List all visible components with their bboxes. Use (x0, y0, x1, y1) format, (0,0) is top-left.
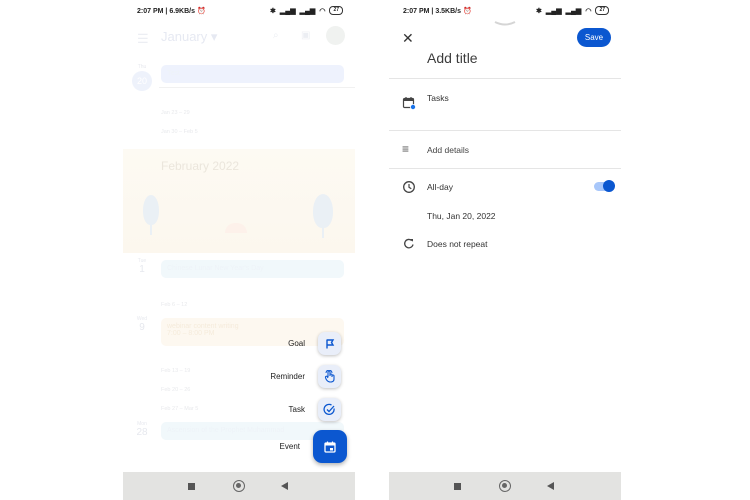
details-input[interactable]: Add details (427, 145, 469, 155)
search-icon: ⌕ (273, 30, 279, 41)
home-button[interactable] (499, 480, 511, 492)
status-icons: ✱ ▂▄▆ ▂▄▆ ◠ 27 (536, 6, 609, 15)
title-input[interactable] (427, 50, 607, 66)
task-check-icon[interactable] (318, 398, 341, 421)
day-tue-1: Tue 1 (137, 258, 147, 275)
menu-icon: ☰ (137, 31, 149, 46)
repeat-icon (404, 238, 414, 249)
status-time: 2:07 PM | 3.5KB/s ⏰ (403, 8, 472, 15)
signal-icon-2: ▂▄▆ (299, 7, 316, 15)
system-nav-bar (123, 472, 355, 500)
day-wed-9: Wed 9 (136, 316, 148, 333)
all-day-label: All-day (427, 182, 453, 192)
calendar-icon (402, 97, 416, 110)
home-button[interactable] (233, 480, 245, 492)
recents-button[interactable] (454, 483, 461, 490)
week-label: Feb 6 – 12 (161, 302, 188, 308)
fab-goal[interactable]: Goal (288, 332, 341, 355)
divider (389, 78, 621, 79)
event-chip-holiday: Chinese Lunar New Year's Day (161, 260, 344, 278)
avatar (326, 26, 345, 45)
event-calendar-icon[interactable] (313, 430, 347, 463)
date-picker[interactable]: Thu, Jan 20, 2022 (427, 211, 496, 221)
february-banner: February 2022 (123, 149, 355, 253)
fab-reminder[interactable]: Reminder (270, 365, 341, 388)
back-button[interactable] (281, 482, 288, 490)
fab-event-label: Event (279, 442, 300, 451)
bluetooth-icon: ✱ (535, 7, 542, 15)
recents-button[interactable] (188, 483, 195, 490)
banner-title: February 2022 (161, 159, 240, 173)
fab-task-label: Task (288, 405, 305, 414)
battery-icon: 27 (595, 6, 609, 15)
calendar-today-icon: ▣ (301, 30, 311, 41)
divider (389, 130, 621, 131)
system-nav-bar (389, 472, 621, 500)
fab-goal-label: Goal (288, 339, 305, 348)
close-icon[interactable]: ✕ (402, 31, 414, 45)
status-icons: ✱ ▂▄▆ ▂▄▆ ◠ 27 (270, 6, 343, 15)
flag-icon[interactable] (318, 332, 341, 355)
tree-trunk (322, 224, 324, 238)
sun-illustration (225, 223, 247, 233)
week-label: Feb 13 – 19 (161, 368, 191, 374)
reminder-hand-icon[interactable] (318, 365, 341, 388)
clock-icon (403, 181, 415, 193)
sheet-drag-handle[interactable] (494, 21, 516, 27)
calendar-select[interactable]: Tasks (427, 93, 449, 103)
fab-task[interactable]: Task (289, 398, 341, 421)
signal-icon-2: ▂▄▆ (565, 7, 582, 15)
tree-trunk (150, 221, 152, 235)
wifi-icon: ◠ (319, 7, 326, 15)
week-label: Jan 30 – Feb 5 (161, 129, 198, 135)
day-mon-28: Mon 28 (136, 421, 148, 438)
month-title: January ▾ (161, 29, 218, 44)
battery-icon: 27 (329, 6, 343, 15)
week-label: Feb 20 – 26 (161, 387, 191, 393)
notes-icon: ≡ (402, 142, 410, 156)
fab-reminder-label: Reminder (270, 372, 305, 381)
fab-event[interactable]: Event (279, 430, 347, 463)
new-event-screen: 2:07 PM | 3.5KB/s ⏰ ✱ ▂▄▆ ▂▄▆ ◠ 27 ✕ Sav… (389, 0, 621, 500)
day-thu-20: Thu 20 (131, 64, 153, 91)
save-button[interactable]: Save (577, 28, 611, 47)
week-label: Feb 27 – Mar 5 (161, 406, 199, 412)
tree-illustration (313, 194, 333, 228)
wifi-icon: ◠ (585, 7, 592, 15)
calendar-screen: 2:07 PM | 6.9KB/s ⏰ ✱ ▂▄▆ ▂▄▆ ◠ 27 ☰ Jan… (123, 0, 355, 500)
divider (389, 168, 621, 169)
now-line (159, 87, 355, 88)
toggle-knob (603, 180, 615, 192)
bluetooth-icon: ✱ (269, 7, 276, 15)
signal-icon: ▂▄▆ (279, 7, 296, 15)
status-bar: 2:07 PM | 6.9KB/s ⏰ ✱ ▂▄▆ ▂▄▆ ◠ 27 (123, 0, 355, 22)
all-day-toggle[interactable] (594, 180, 615, 192)
event-chip-test: Test (161, 65, 344, 83)
repeat-select[interactable]: Does not repeat (427, 239, 487, 249)
status-time: 2:07 PM | 6.9KB/s ⏰ (137, 8, 206, 15)
signal-icon: ▂▄▆ (545, 7, 562, 15)
back-button[interactable] (547, 482, 554, 490)
week-label: Jan 23 – 29 (161, 110, 190, 116)
status-bar: 2:07 PM | 3.5KB/s ⏰ ✱ ▂▄▆ ▂▄▆ ◠ 27 (389, 0, 621, 22)
